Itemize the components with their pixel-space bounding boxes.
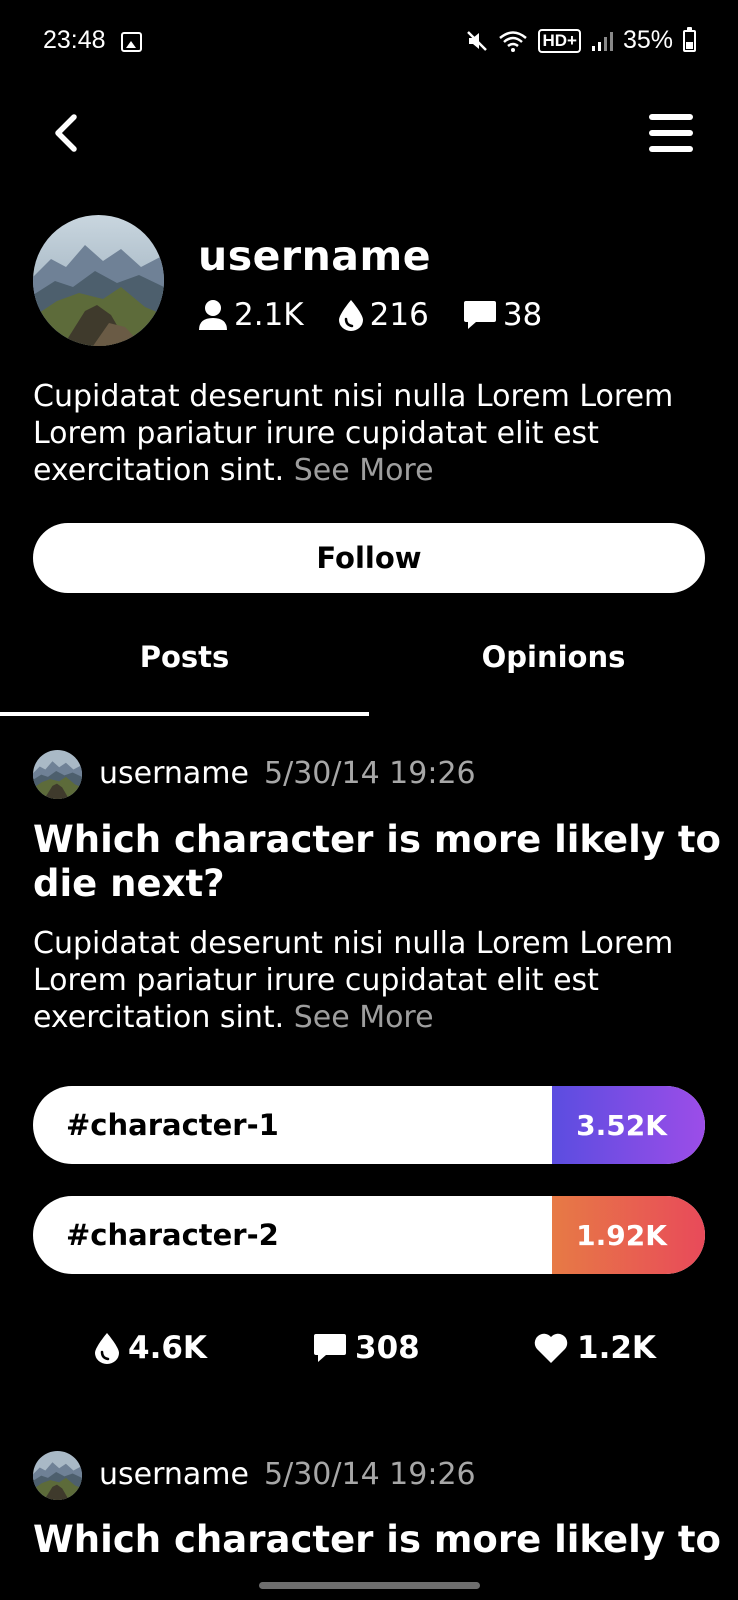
mountain-photo <box>33 750 82 799</box>
tab-active-indicator <box>0 712 369 716</box>
followers-stat[interactable]: 2.1K <box>198 297 304 333</box>
post-timestamp: 5/30/14 19:26 <box>264 756 476 791</box>
profile-bio: Cupidatat deserunt nisi nulla Lorem Lore… <box>33 378 713 489</box>
status-time: 23:48 <box>43 26 106 54</box>
back-button[interactable] <box>44 108 88 158</box>
heart-icon <box>534 1333 568 1363</box>
poll-option-count: 1.92K <box>552 1196 705 1274</box>
battery-icon <box>683 26 696 52</box>
poll-option-label: #character-1 <box>66 1108 279 1142</box>
mountain-photo <box>33 1451 82 1500</box>
comment-icon <box>314 1334 346 1362</box>
comments-action[interactable]: 308 <box>313 1330 420 1366</box>
gallery-icon <box>121 32 142 52</box>
signal-icon <box>591 31 613 51</box>
drops-count: 4.6K <box>128 1330 207 1366</box>
poll-option-label: #character-2 <box>66 1218 279 1252</box>
like-action[interactable]: 1.2K <box>533 1330 656 1366</box>
tab-posts[interactable]: Posts <box>0 640 369 674</box>
followers-count: 2.1K <box>234 297 304 333</box>
tab-opinions[interactable]: Opinions <box>369 640 738 674</box>
poll-option-2[interactable]: #character-2 1.92K <box>33 1196 705 1274</box>
comments-count: 308 <box>355 1330 420 1366</box>
post-author-avatar[interactable] <box>33 1451 82 1500</box>
person-icon <box>199 300 227 330</box>
drops-count: 216 <box>369 297 429 333</box>
post-title[interactable]: Which character is more likely to <box>33 1518 723 1562</box>
see-more-link[interactable]: See More <box>294 453 434 488</box>
status-bar: 23:48 HD+ 35% <box>0 0 738 88</box>
wifi-icon <box>499 30 528 52</box>
hamburger-menu-icon <box>649 114 693 120</box>
drops-action[interactable]: 4.6K <box>94 1330 207 1366</box>
home-indicator[interactable] <box>259 1582 480 1589</box>
menu-button[interactable] <box>646 110 696 156</box>
battery-percent: 35% <box>622 26 673 54</box>
see-more-link[interactable]: See More <box>294 1000 434 1035</box>
hd-call-icon: HD+ <box>538 28 581 53</box>
comment-icon <box>463 301 496 329</box>
drops-stat[interactable]: 216 <box>338 297 429 333</box>
drop-icon <box>95 1333 119 1364</box>
follow-button[interactable]: Follow <box>33 523 705 593</box>
poll-option-1[interactable]: #character-1 3.52K <box>33 1086 705 1164</box>
comments-count: 38 <box>502 297 543 333</box>
comments-stat[interactable]: 38 <box>463 297 542 333</box>
mountain-photo <box>33 215 164 346</box>
post-title[interactable]: Which character is more likely to die ne… <box>33 818 723 906</box>
status-icons: HD+ 35% <box>466 26 696 55</box>
post-author-name[interactable]: username <box>99 1457 249 1492</box>
post-author-name[interactable]: username <box>99 756 249 791</box>
post-body: Cupidatat deserunt nisi nulla Lorem Lore… <box>33 925 713 1036</box>
profile-stats: 2.1K 216 38 <box>198 297 576 333</box>
mute-icon <box>467 30 488 51</box>
post-author-avatar[interactable] <box>33 750 82 799</box>
poll-option-count: 3.52K <box>552 1086 705 1164</box>
profile-avatar[interactable] <box>33 215 164 346</box>
chevron-left-icon <box>55 114 77 152</box>
post-timestamp: 5/30/14 19:26 <box>264 1457 476 1492</box>
likes-count: 1.2K <box>577 1330 656 1366</box>
drop-icon <box>338 300 363 331</box>
profile-name: username <box>198 232 432 280</box>
post-actions: 4.6K 308 1.2K <box>0 1330 738 1380</box>
